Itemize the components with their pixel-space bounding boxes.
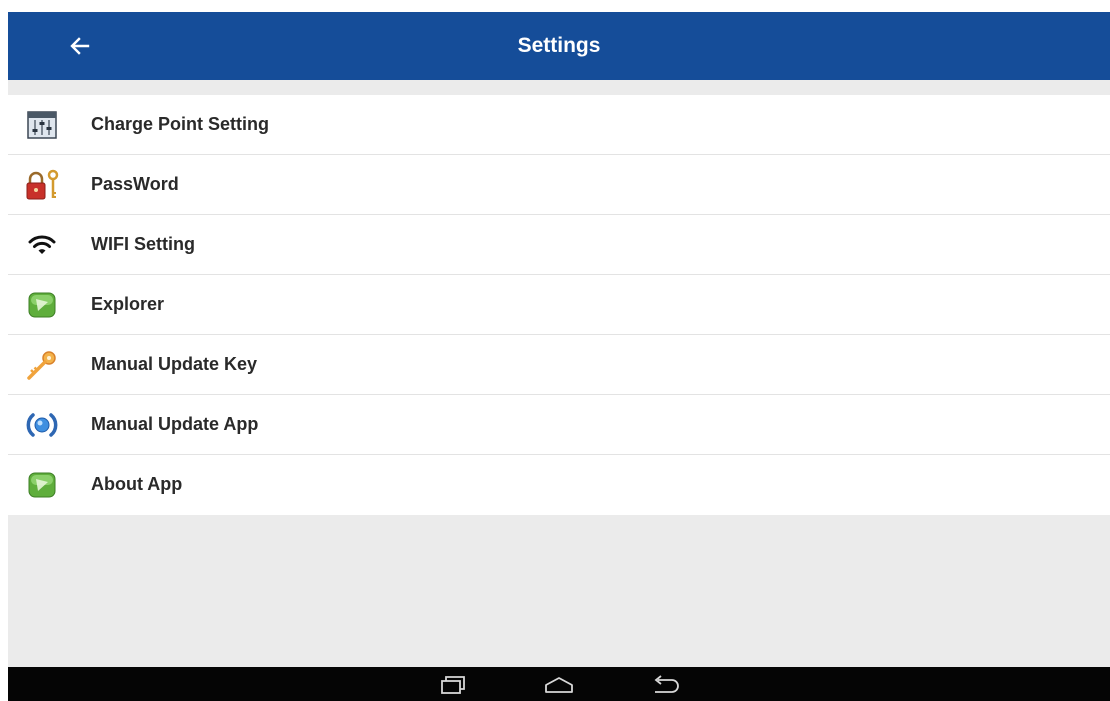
sliders-icon [24,107,60,143]
green-app-icon [24,287,60,323]
home-icon [545,677,573,693]
update-app-icon [24,407,60,443]
home-button[interactable] [537,671,581,699]
menu-item-manual-update-app[interactable]: Manual Update App [8,395,1110,455]
green-app-icon [24,467,60,503]
menu-item-label: PassWord [91,174,179,194]
menu-item-label: Explorer [91,294,165,314]
settings-screen: Settings Charge Point Setting PassWord W… [8,12,1110,701]
wifi-icon [24,227,60,263]
settings-list: Charge Point Setting PassWord WIFI Setti… [8,95,1110,515]
recent-apps-button[interactable] [431,671,475,699]
menu-item-password[interactable]: PassWord [8,155,1110,215]
menu-item-label: Manual Update App [91,414,259,434]
page-title: Settings [517,34,601,57]
app-bar: Settings [8,12,1110,80]
menu-item-label: Charge Point Setting [91,114,270,134]
recent-apps-icon [441,676,465,694]
back-button[interactable] [60,26,100,66]
menu-item-wifi-setting[interactable]: WIFI Setting [8,215,1110,275]
menu-item-charge-point-setting[interactable]: Charge Point Setting [8,95,1110,155]
arrow-left-icon [70,37,90,55]
system-navigation-bar [8,667,1110,701]
key-icon [24,347,60,383]
menu-item-label: About App [91,474,183,494]
lock-key-icon [24,167,60,203]
back-nav-button[interactable] [644,671,688,699]
empty-area [8,515,1110,667]
menu-item-label: Manual Update Key [91,354,258,374]
menu-item-manual-update-key[interactable]: Manual Update Key [8,335,1110,395]
menu-item-label: WIFI Setting [91,234,195,254]
back-icon [654,675,679,693]
menu-item-explorer[interactable]: Explorer [8,275,1110,335]
menu-item-about-app[interactable]: About App [8,455,1110,515]
